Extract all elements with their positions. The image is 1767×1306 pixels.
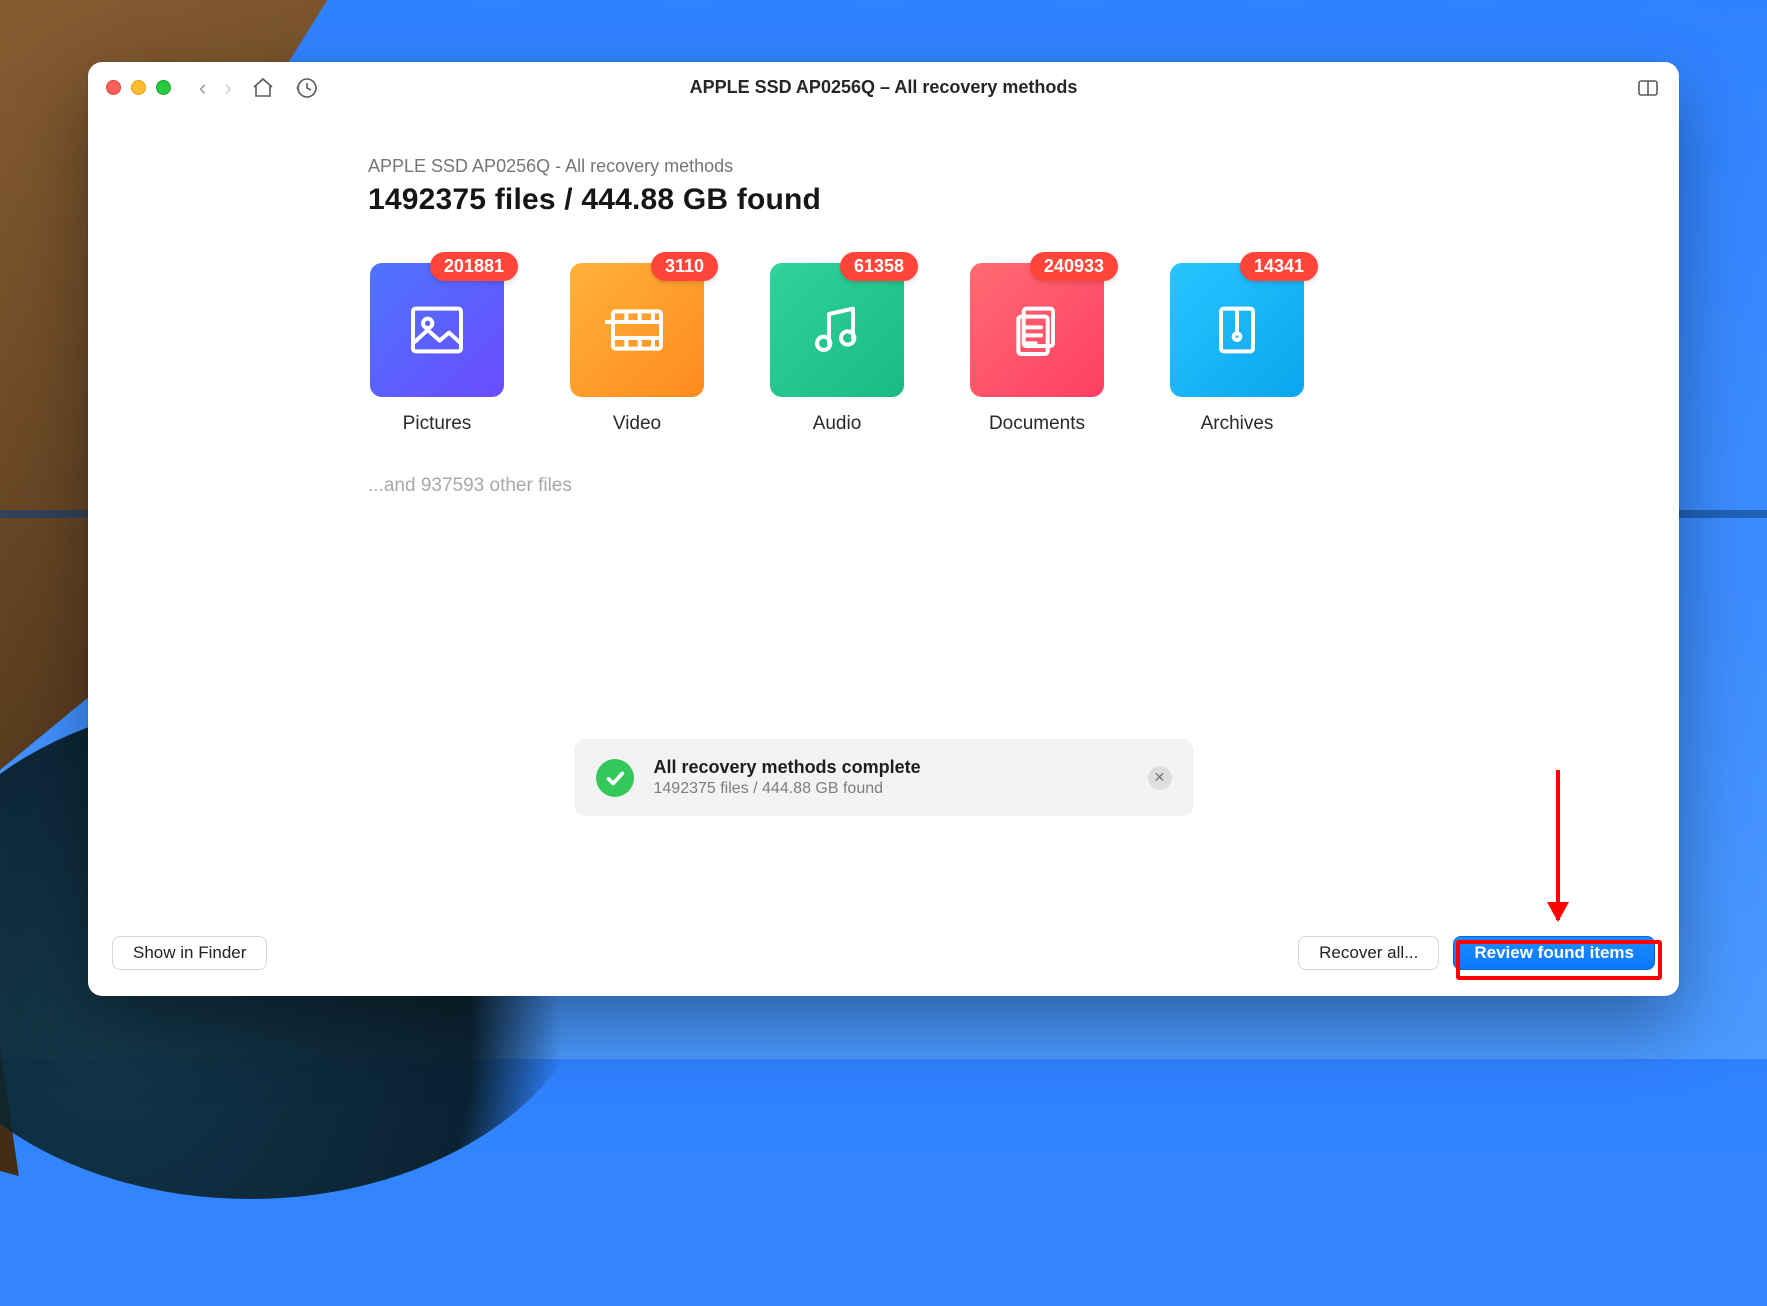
badge-count: 14341 <box>1240 252 1318 281</box>
tile-documents[interactable]: 240933 Documents <box>968 263 1106 435</box>
sidebar-toggle-icon[interactable] <box>1635 75 1661 101</box>
picture-icon <box>405 298 469 362</box>
status-title: All recovery methods complete <box>654 757 921 778</box>
archive-icon <box>1205 298 1269 362</box>
nav-forward-button[interactable]: › <box>224 77 231 99</box>
app-window: ‹ › APPLE SSD AP0256Q – All recovery met… <box>88 62 1679 996</box>
minimize-window-button[interactable] <box>131 80 146 95</box>
home-icon[interactable] <box>250 75 276 101</box>
zoom-window-button[interactable] <box>156 80 171 95</box>
titlebar: ‹ › APPLE SSD AP0256Q – All recovery met… <box>88 62 1679 114</box>
other-files-text: ...and 937593 other files <box>368 475 1619 497</box>
tile-label: Documents <box>989 413 1085 435</box>
footer: Show in Finder Recover all... Review fou… <box>88 926 1679 996</box>
window-title: APPLE SSD AP0256Q – All recovery methods <box>88 77 1679 98</box>
tile-label: Pictures <box>403 413 472 435</box>
tile-archives[interactable]: 14341 Archives <box>1168 263 1306 435</box>
category-tiles: 201881 Pictures 3110 Video 61358 Audio <box>368 263 1619 435</box>
badge-count: 61358 <box>840 252 918 281</box>
close-window-button[interactable] <box>106 80 121 95</box>
status-panel: All recovery methods complete 1492375 fi… <box>574 739 1194 816</box>
tile-video[interactable]: 3110 Video <box>568 263 706 435</box>
badge-count: 201881 <box>430 252 518 281</box>
main-content: APPLE SSD AP0256Q - All recovery methods… <box>88 114 1679 926</box>
window-controls <box>106 80 171 95</box>
tile-audio[interactable]: 61358 Audio <box>768 263 906 435</box>
tile-label: Audio <box>813 413 862 435</box>
documents-icon <box>1005 298 1069 362</box>
time-machine-icon[interactable] <box>294 75 320 101</box>
review-found-items-button[interactable]: Review found items <box>1453 936 1655 970</box>
tile-label: Archives <box>1201 413 1274 435</box>
results-headline: 1492375 files / 444.88 GB found <box>368 183 1619 217</box>
nav-back-button[interactable]: ‹ <box>199 77 206 99</box>
breadcrumb: APPLE SSD AP0256Q - All recovery methods <box>368 156 1619 177</box>
dismiss-status-button[interactable]: ✕ <box>1148 766 1172 790</box>
badge-count: 240933 <box>1030 252 1118 281</box>
audio-icon <box>805 298 869 362</box>
tile-label: Video <box>613 413 661 435</box>
status-subtitle: 1492375 files / 444.88 GB found <box>654 780 921 798</box>
recover-all-button[interactable]: Recover all... <box>1298 936 1439 970</box>
video-icon <box>605 298 669 362</box>
show-in-finder-button[interactable]: Show in Finder <box>112 936 267 970</box>
badge-count: 3110 <box>651 252 718 281</box>
check-icon <box>596 759 634 797</box>
tile-pictures[interactable]: 201881 Pictures <box>368 263 506 435</box>
